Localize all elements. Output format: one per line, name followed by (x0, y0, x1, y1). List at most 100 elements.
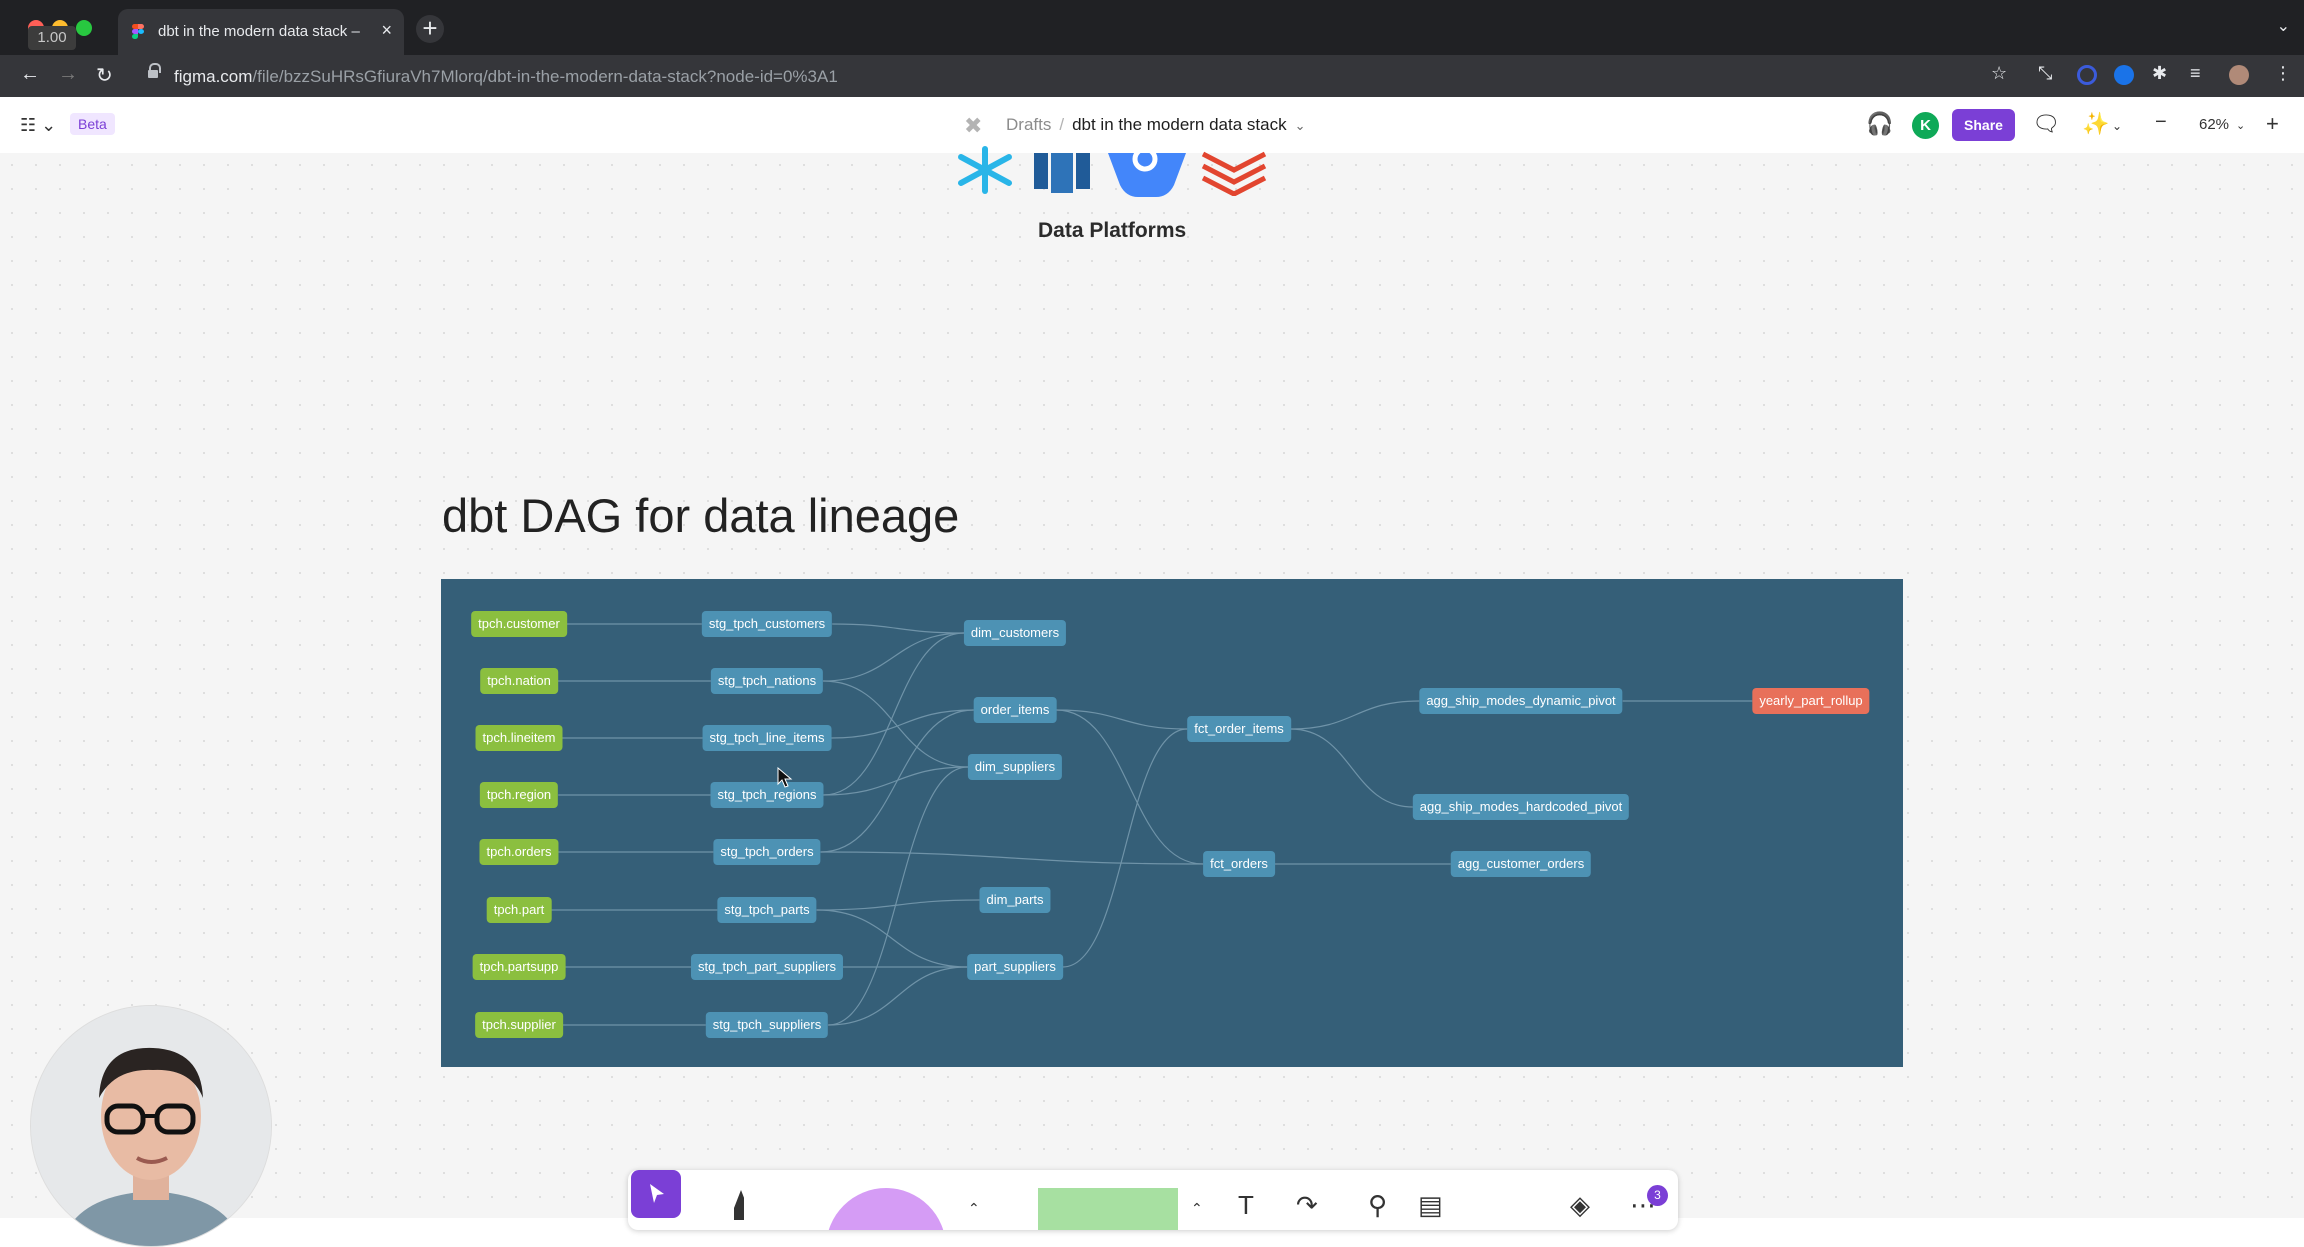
zoom-in-button[interactable]: + (2266, 111, 2279, 137)
text-tool-icon[interactable]: T (1238, 1190, 1254, 1221)
section-tool-icon[interactable]: ▤ (1418, 1190, 1443, 1221)
widgets-tool-icon[interactable]: ◈ (1570, 1190, 1590, 1221)
dag-edges (551, 623, 1753, 1026)
breadcrumb-drafts[interactable]: Drafts (1006, 115, 1051, 134)
notification-count-badge: 3 (1647, 1185, 1668, 1206)
dag-edge (816, 899, 980, 911)
forward-arrow-icon[interactable]: → (58, 63, 78, 86)
dag-node-dim-customers[interactable]: dim_customers (963, 620, 1067, 646)
figjam-bottom-toolbar: ⌃ ⌃ T ↷ ⚲ ▤ ◈ ⋯ (628, 1170, 1678, 1230)
dag-node-tpch-part[interactable]: tpch.part (486, 897, 552, 923)
chevron-down-icon[interactable]: ⌄ (1295, 118, 1306, 133)
dag-node-agg-ship-modes-dynamic-pivot[interactable]: agg_ship_modes_dynamic_pivot (1419, 688, 1623, 714)
dag-node-stg-tpch-line-items[interactable]: stg_tpch_line_items (702, 725, 832, 751)
dag-node-tpch-region[interactable]: tpch.region (479, 782, 559, 808)
url-text[interactable]: figma.com/file/bzzSuHRsGfiuraVh7Mlorq/db… (174, 67, 838, 87)
dag-edge (1062, 728, 1188, 968)
back-arrow-icon[interactable]: ← (20, 63, 40, 86)
file-name[interactable]: dbt in the modern data stack (1072, 115, 1287, 134)
dag-node-tpch-orders[interactable]: tpch.orders (479, 839, 559, 865)
dbt-dag-diagram[interactable]: tpch.customer tpch.nation tpch.lineitem … (441, 579, 1903, 1067)
zoom-out-button[interactable]: − (2155, 111, 2167, 134)
dag-node-dim-suppliers[interactable]: dim_suppliers (967, 754, 1063, 780)
headphones-icon[interactable]: 🎧 (1866, 111, 1893, 137)
expand-extension-icon[interactable]: ⤡ (2038, 63, 2052, 84)
lock-icon (148, 63, 161, 80)
comment-icon[interactable]: 🗨 (2032, 111, 2060, 137)
avatar[interactable]: K (1912, 112, 1939, 139)
data-platforms-label: Data Platforms (1038, 219, 1187, 242)
sticky-note-tool-icon[interactable] (1038, 1188, 1178, 1230)
dag-edge (823, 680, 968, 768)
share-button[interactable]: Share (1952, 109, 2015, 141)
dag-node-order-items[interactable]: order_items (973, 697, 1057, 723)
dag-edge (1056, 709, 1188, 730)
dag-node-fct-order-items[interactable]: fct_order_items (1187, 716, 1291, 742)
pen-tool-icon[interactable] (734, 1190, 744, 1220)
figma-favicon-icon (132, 24, 144, 40)
dag-edge (1290, 728, 1413, 808)
breadcrumb: Drafts / dbt in the modern data stack ⌄ (1006, 115, 1306, 134)
dag-node-agg-ship-modes-hardcoded-pivot[interactable]: agg_ship_modes_hardcoded_pivot (1412, 794, 1630, 820)
dag-node-tpch-customer[interactable]: tpch.customer (471, 611, 567, 637)
dag-node-fct-orders[interactable]: fct_orders (1203, 851, 1275, 877)
zoom-chevron-icon[interactable]: ⌄ (2236, 119, 2245, 132)
dag-node-stg-tpch-suppliers[interactable]: stg_tpch_suppliers (705, 1012, 829, 1038)
chevron-up-icon[interactable]: ⌃ (1191, 1200, 1203, 1217)
tab-title: dbt in the modern data stack – (158, 23, 360, 40)
dag-edge (1056, 709, 1204, 865)
password-manager-icon[interactable] (2114, 65, 2134, 85)
ai-sparkle-icon[interactable]: ✨ (2082, 111, 2109, 137)
dag-node-tpch-partsupp[interactable]: tpch.partsupp (472, 954, 566, 980)
figjam-logo-icon: ✖ (964, 113, 983, 138)
bookmark-star-icon[interactable]: ☆ (1991, 63, 2007, 84)
dag-node-stg-tpch-parts[interactable]: stg_tpch_parts (717, 897, 817, 923)
chevron-down-icon[interactable]: ⌄ (2112, 119, 2122, 133)
stamp-tool-icon[interactable]: ⚲ (1368, 1190, 1387, 1221)
mouse-cursor-icon (777, 767, 793, 788)
dag-node-stg-tpch-regions[interactable]: stg_tpch_regions (710, 782, 824, 808)
dag-node-stg-tpch-orders[interactable]: stg_tpch_orders (713, 839, 821, 865)
browser-tab-active[interactable]: dbt in the modern data stack – × (118, 9, 404, 55)
dag-node-part-suppliers[interactable]: part_suppliers (967, 954, 1063, 980)
dag-node-yearly-part-rollup[interactable]: yearly_part_rollup (1752, 688, 1870, 714)
snowflake-logo-icon (958, 146, 1012, 194)
databricks-logo-icon (1201, 151, 1267, 196)
shape-tool-icon[interactable] (826, 1188, 946, 1230)
extension-circle-icon[interactable] (2077, 65, 2097, 85)
webcam-video (30, 1005, 272, 1247)
dag-edge (832, 623, 964, 634)
select-tool-button[interactable] (631, 1170, 681, 1218)
dag-edge (823, 632, 964, 682)
zoom-level[interactable]: 62% (2199, 116, 2229, 133)
profile-avatar[interactable] (2229, 65, 2249, 85)
browser-tab-strip: 1.00 dbt in the modern data stack – × + … (0, 0, 2304, 55)
dag-node-agg-customer-orders[interactable]: agg_customer_orders (1450, 851, 1592, 877)
dag-node-dim-parts[interactable]: dim_parts (979, 887, 1051, 913)
chevron-up-icon[interactable]: ⌃ (968, 1200, 980, 1217)
dag-node-stg-tpch-customers[interactable]: stg_tpch_customers (701, 611, 833, 637)
dag-edge (820, 709, 974, 853)
tab-close-icon[interactable]: × (381, 20, 392, 41)
new-tab-button[interactable]: + (416, 15, 444, 43)
connector-tool-icon[interactable]: ↷ (1296, 1190, 1318, 1221)
browser-toolbar: ← → ↻ figma.com/file/bzzSuHRsGfiuraVh7Ml… (0, 55, 2304, 97)
reading-list-icon[interactable]: ≡ (2190, 63, 2201, 84)
main-menu-icon[interactable]: ☷ ⌄ (20, 115, 56, 136)
dag-node-tpch-supplier[interactable]: tpch.supplier (475, 1012, 563, 1038)
dag-node-tpch-nation[interactable]: tpch.nation (480, 668, 558, 694)
dag-node-tpch-lineitem[interactable]: tpch.lineitem (475, 725, 563, 751)
dag-node-stg-tpch-nations[interactable]: stg_tpch_nations (710, 668, 824, 694)
section-title: dbt DAG for data lineage (442, 489, 960, 542)
tab-search-chevron-icon[interactable]: ⌄ (2277, 16, 2290, 36)
figma-header: ☷ ⌄ Beta ✖ Drafts / dbt in the modern data… (0, 97, 2304, 153)
address-bar[interactable]: figma.com/file/bzzSuHRsGfiuraVh7Mlorq/db… (134, 59, 2034, 93)
dag-node-stg-tpch-part-suppliers[interactable]: stg_tpch_part_suppliers (690, 954, 844, 980)
zoom-badge: 1.00 (28, 26, 76, 50)
redshift-logo-icon (1034, 153, 1090, 193)
reload-icon[interactable]: ↻ (96, 63, 113, 88)
browser-menu-icon[interactable]: ⋮ (2274, 63, 2292, 84)
beta-badge: Beta (70, 113, 115, 135)
window-zoom-button[interactable] (76, 20, 92, 36)
extensions-puzzle-icon[interactable]: ✱ (2152, 63, 2167, 84)
